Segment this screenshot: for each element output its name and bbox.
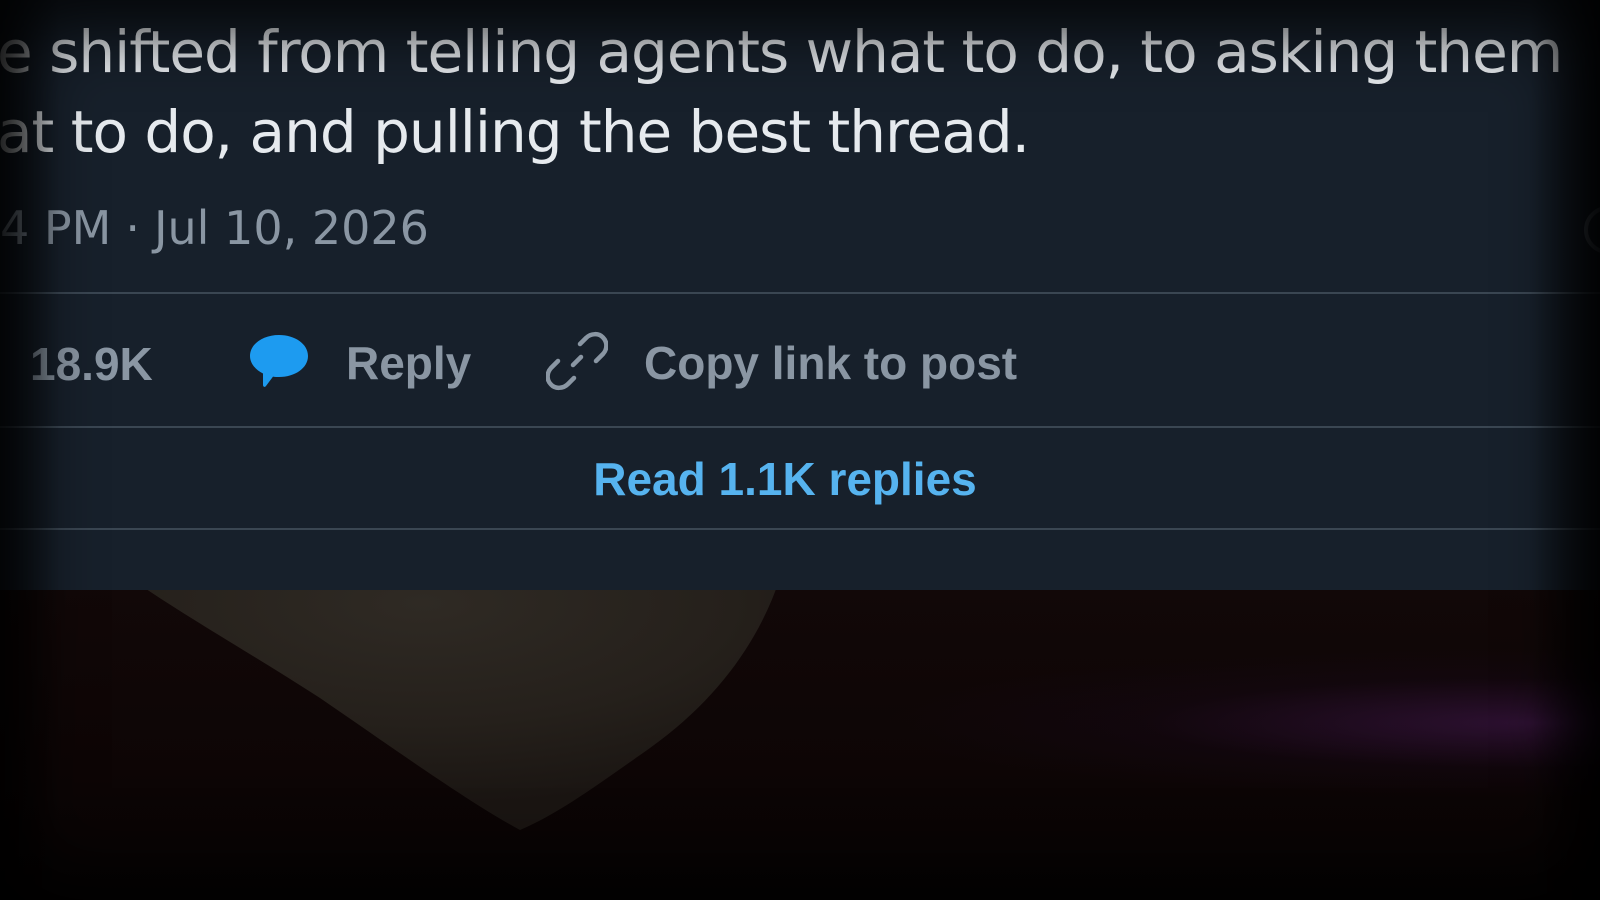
timestamp-separator: · — [125, 201, 140, 255]
info-icon[interactable] — [1584, 206, 1600, 254]
post-text-line: e shifted from telling agents what to do… — [0, 18, 1563, 86]
post-text-line: at to do, and pulling the best thread. — [0, 98, 1030, 166]
divider — [0, 426, 1600, 428]
post-timestamp[interactable]: 4 PM · Jul 10, 2026 — [0, 200, 429, 256]
read-replies-label: Read 1.1K replies — [593, 453, 977, 505]
link-icon — [545, 330, 609, 397]
copy-link-label: Copy link to post — [644, 337, 1018, 389]
reply-label: Reply — [346, 337, 472, 389]
like-count[interactable]: 18.9K — [30, 336, 153, 392]
post-card: e shifted from telling agents what to do… — [0, 0, 1600, 590]
post-date: Jul 10, 2026 — [153, 201, 429, 255]
copy-link-button[interactable]: Copy link to post — [545, 328, 1018, 398]
background-photo — [0, 578, 1600, 900]
reply-button[interactable]: Reply — [248, 328, 471, 398]
post-text: e shifted from telling agents what to do… — [0, 12, 1600, 172]
background-shape — [130, 578, 780, 830]
post-time: 4 PM — [0, 201, 112, 255]
divider — [0, 528, 1600, 530]
read-replies-button[interactable]: Read 1.1K replies — [0, 430, 1600, 528]
divider — [0, 292, 1600, 294]
screenshot-scene: e shifted from telling agents what to do… — [0, 0, 1600, 900]
post-actions-bar: 18.9K Reply Copy link to post — [0, 298, 1600, 426]
speech-bubble-icon — [248, 333, 310, 394]
